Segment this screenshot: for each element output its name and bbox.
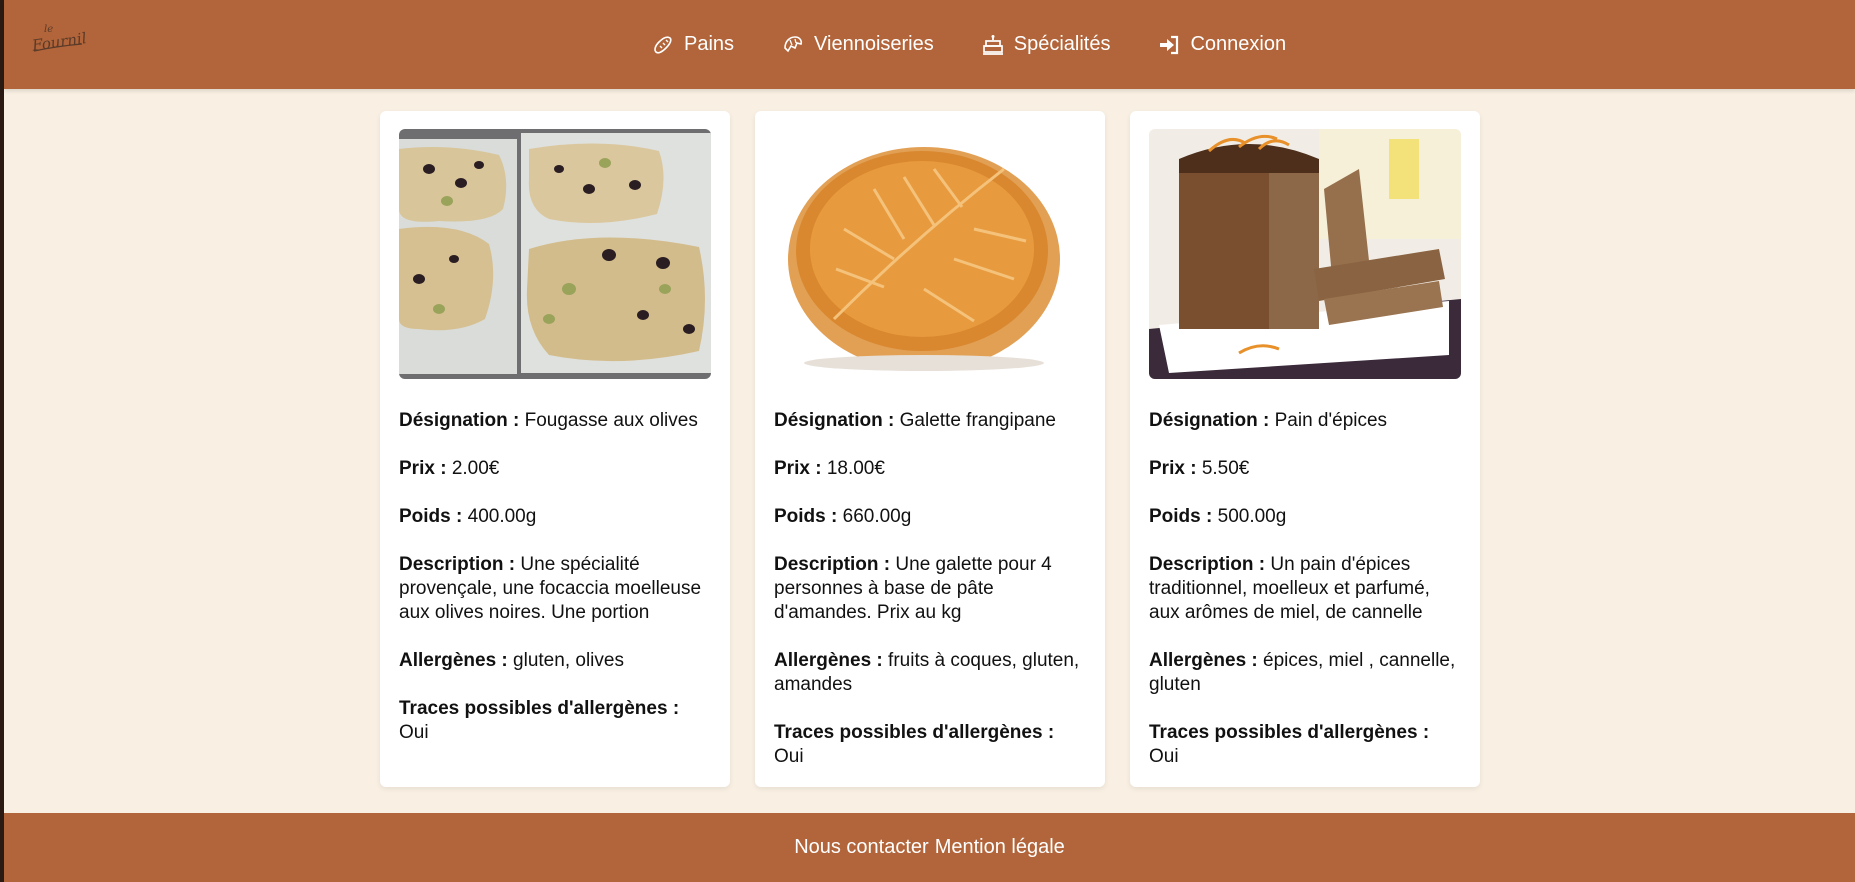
sign-in-icon <box>1158 34 1180 56</box>
fougasse-image <box>399 129 711 379</box>
weight-field: Poids : 500.00g <box>1149 506 1287 527</box>
traces-field: Traces possibles d'allergènes : Oui <box>1149 722 1430 767</box>
allergens-field: Allergènes : épices, miel , cannelle, gl… <box>1149 650 1456 695</box>
product-card: Désignation : Galette frangipane Prix : … <box>755 111 1105 787</box>
nav-item-viennoiseries[interactable]: Viennoiseries <box>782 33 934 56</box>
weight-field: Poids : 400.00g <box>399 506 537 527</box>
traces-field: Traces possibles d'allergènes : Oui <box>774 722 1055 767</box>
logo[interactable]: le Fournil <box>30 20 88 58</box>
pain-epices-image <box>1149 129 1461 379</box>
baguette-icon <box>652 34 674 56</box>
description-field: Description : Une galette pour 4 personn… <box>774 554 1052 623</box>
nav-label-connexion: Connexion <box>1190 33 1287 55</box>
page: le Fournil Pains Viennoiseries Spécialit… <box>0 0 1855 882</box>
croissant-icon <box>782 34 804 56</box>
nav-item-pains[interactable]: Pains <box>652 33 734 56</box>
nav-label-specialites: Spécialités <box>1013 33 1111 55</box>
price-field: Prix : 18.00€ <box>774 458 885 479</box>
allergens-field: Allergènes : gluten, olives <box>399 650 624 671</box>
cake-icon <box>982 34 1004 56</box>
product-card: Désignation : Pain d'épices Prix : 5.50€… <box>1130 111 1480 787</box>
allergens-field: Allergènes : fruits à coques, gluten, am… <box>774 650 1080 695</box>
designation-field: Désignation : Galette frangipane <box>774 410 1056 431</box>
window-edge <box>0 0 4 882</box>
product-list: Désignation : Fougasse aux olives Prix :… <box>380 111 1480 787</box>
main-nav: Pains Viennoiseries Spécialités Connexio… <box>652 0 1286 89</box>
traces-field: Traces possibles d'allergènes : Oui <box>399 698 680 743</box>
contact-link[interactable]: Nous contacter <box>794 836 929 859</box>
navbar: le Fournil Pains Viennoiseries Spécialit… <box>4 0 1855 89</box>
description-field: Description : Une spécialité provençale,… <box>399 554 702 623</box>
legal-link[interactable]: Mention légale <box>935 836 1065 859</box>
nav-label-pains: Pains <box>684 33 735 55</box>
galette-image <box>774 129 1086 379</box>
nav-item-connexion[interactable]: Connexion <box>1158 33 1286 56</box>
designation-field: Désignation : Fougasse aux olives <box>399 410 698 431</box>
footer: Nous contacter Mention légale <box>4 813 1855 882</box>
description-field: Description : Un pain d'épices tradition… <box>1149 554 1430 623</box>
product-card: Désignation : Fougasse aux olives Prix :… <box>380 111 730 787</box>
price-field: Prix : 5.50€ <box>1149 458 1250 479</box>
weight-field: Poids : 660.00g <box>774 506 912 527</box>
nav-label-viennoiseries: Viennoiseries <box>814 33 934 55</box>
price-field: Prix : 2.00€ <box>399 458 500 479</box>
svg-text:Fournil: Fournil <box>30 29 86 55</box>
nav-item-specialites[interactable]: Spécialités <box>982 33 1111 56</box>
designation-field: Désignation : Pain d'épices <box>1149 410 1388 431</box>
